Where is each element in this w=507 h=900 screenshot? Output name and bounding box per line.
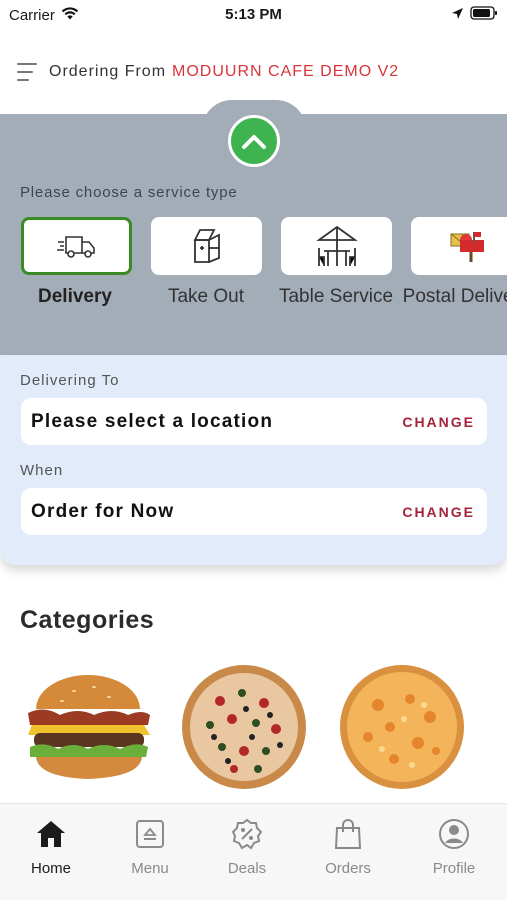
pizza-cheese-image <box>340 665 464 789</box>
categories-title: Categories <box>20 606 155 634</box>
hamburger-menu-icon[interactable] <box>17 63 39 81</box>
orders-icon <box>332 818 364 850</box>
menu-icon <box>134 818 166 850</box>
clock: 5:13 PM <box>225 6 282 23</box>
category-cheese-pizza[interactable] <box>338 665 466 790</box>
category-veggie-pizza[interactable] <box>180 665 308 790</box>
chevron-up-icon <box>242 135 266 149</box>
order-time-value: Order for Now <box>31 500 175 522</box>
location-row[interactable]: Please select a location CHANGE <box>21 398 487 445</box>
tab-deals-label: Deals <box>227 860 267 877</box>
ordering-from-label: Ordering From <box>49 63 167 80</box>
tab-home-label: Home <box>30 860 71 877</box>
tab-profile[interactable]: Profile <box>409 818 499 877</box>
delivery-truck-icon <box>56 236 95 258</box>
service-postal-label: Postal Delivery <box>402 286 507 307</box>
tab-profile-label: Profile <box>432 860 476 877</box>
service-type-label: Please choose a service type <box>20 184 238 201</box>
profile-icon <box>438 818 470 850</box>
tab-menu[interactable]: Menu <box>105 818 195 877</box>
deals-icon <box>231 818 263 850</box>
change-location-button[interactable]: CHANGE <box>402 414 475 430</box>
tab-home[interactable]: Home <box>6 818 96 877</box>
service-table[interactable] <box>281 217 392 275</box>
tab-deals[interactable]: Deals <box>202 818 292 877</box>
status-bar: Carrier 5:13 PM <box>0 0 507 30</box>
home-icon <box>35 818 67 850</box>
mailbox-icon <box>450 232 484 262</box>
when-label: When <box>20 462 64 479</box>
header: Ordering From MODUURN CAFE DEMO V2 <box>0 50 507 94</box>
tab-menu-label: Menu <box>131 860 169 877</box>
tab-orders[interactable]: Orders <box>303 818 393 877</box>
time-row[interactable]: Order for Now CHANGE <box>21 488 487 535</box>
collapse-button[interactable] <box>228 115 280 167</box>
pizza-veggie-image <box>182 665 306 789</box>
change-time-button[interactable]: CHANGE <box>402 504 475 520</box>
category-burger[interactable] <box>24 665 152 790</box>
takeout-bag-icon <box>193 229 220 263</box>
table-umbrella-icon <box>315 225 358 266</box>
cafe-name[interactable]: MODUURN CAFE DEMO V2 <box>172 63 399 81</box>
service-postal[interactable] <box>411 217 507 275</box>
service-delivery[interactable] <box>21 217 132 275</box>
burger-image <box>28 675 150 779</box>
tab-orders-label: Orders <box>325 860 371 877</box>
service-takeout[interactable] <box>151 217 262 275</box>
service-delivery-label: Delivery <box>38 286 112 307</box>
service-table-label: Table Service <box>278 286 394 307</box>
location-value: Please select a location <box>31 410 274 432</box>
service-takeout-label: Take Out <box>167 286 245 307</box>
delivering-to-label: Delivering To <box>20 372 120 389</box>
tab-bar: Home Menu Deals Orders Profile <box>0 803 507 900</box>
